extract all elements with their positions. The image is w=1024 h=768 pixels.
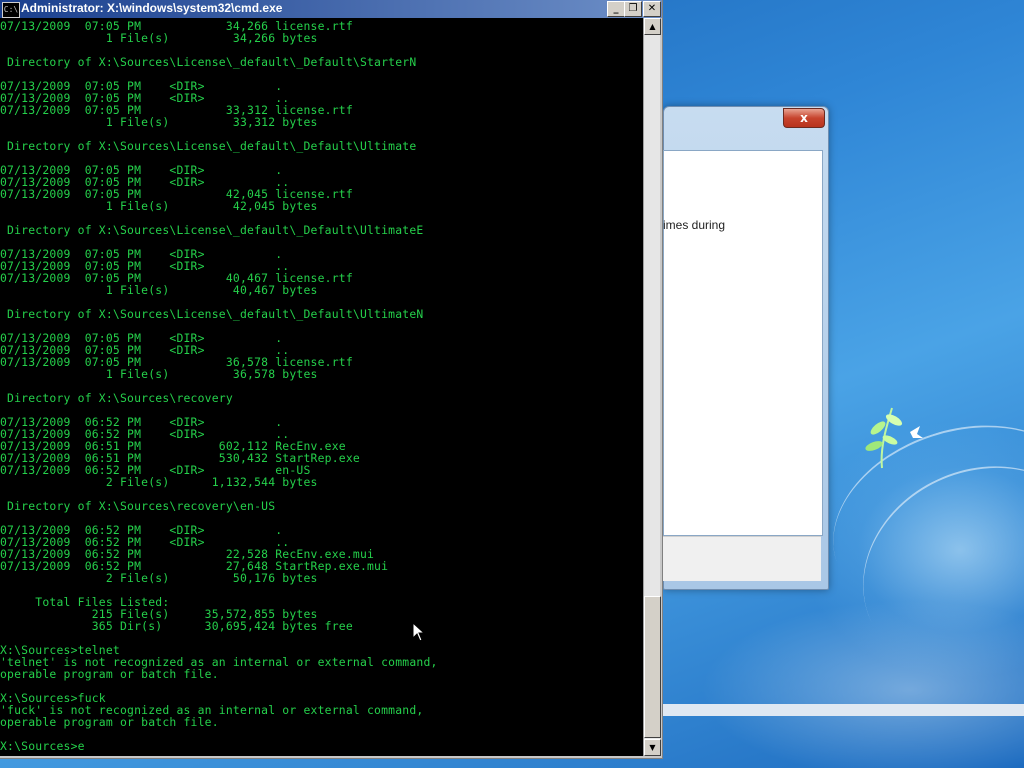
console-line: 1 File(s) 42,045 bytes: [0, 199, 318, 213]
maximize-button[interactable]: ❐: [624, 1, 642, 17]
console-line: operable program or batch file.: [0, 715, 219, 729]
console-line: X:\Sources>e: [0, 739, 85, 753]
console-line: 365 Dir(s) 30,695,424 bytes free: [0, 619, 353, 633]
scroll-up-button[interactable]: ▲: [644, 18, 661, 35]
close-button[interactable]: ✕: [643, 1, 661, 17]
console-line: operable program or batch file.: [0, 667, 219, 681]
background-dialog-close-button[interactable]: x: [783, 108, 825, 128]
cmd-window-title: Administrator: X:\windows\system32\cmd.e…: [21, 1, 283, 15]
wallpaper-leaves-icon: [865, 407, 923, 469]
mouse-pointer-icon: [412, 622, 426, 642]
console-line: 1 File(s) 36,578 bytes: [0, 367, 318, 381]
scrollbar-thumb[interactable]: [644, 596, 661, 738]
console-line: 1 File(s) 40,467 bytes: [0, 283, 318, 297]
cmd-window[interactable]: C:\ Administrator: X:\windows\system32\c…: [0, 0, 663, 759]
cmd-app-icon[interactable]: C:\: [2, 2, 20, 18]
console-line: 2 File(s) 50,176 bytes: [0, 571, 318, 585]
cmd-titlebar[interactable]: C:\ Administrator: X:\windows\system32\c…: [0, 0, 662, 18]
taskbar-strip: [662, 704, 1024, 716]
scroll-down-button[interactable]: ▼: [644, 739, 661, 756]
console-line: Directory of X:\Sources\License\_default…: [0, 307, 424, 321]
console-line: Directory of X:\Sources\License\_default…: [0, 139, 417, 153]
background-dialog-footer: [663, 536, 821, 581]
minimize-button[interactable]: _: [607, 1, 625, 17]
console-output[interactable]: 07/13/2009 07:05 PM 34,266 license.rtf 1…: [0, 18, 643, 756]
console-line: 1 File(s) 34,266 bytes: [0, 31, 318, 45]
console-line: Directory of X:\Sources\recovery\en-US: [0, 499, 276, 513]
console-line: 1 File(s) 33,312 bytes: [0, 115, 318, 129]
background-dialog-content: [663, 150, 823, 536]
console-line: 2 File(s) 1,132,544 bytes: [0, 475, 318, 489]
background-dialog-text: imes during: [663, 218, 726, 232]
console-line: Directory of X:\Sources\recovery: [0, 391, 233, 405]
vertical-scrollbar[interactable]: ▲ ▼: [643, 18, 661, 756]
console-line: Directory of X:\Sources\License\_default…: [0, 223, 424, 237]
console-line: Directory of X:\Sources\License\_default…: [0, 55, 417, 69]
